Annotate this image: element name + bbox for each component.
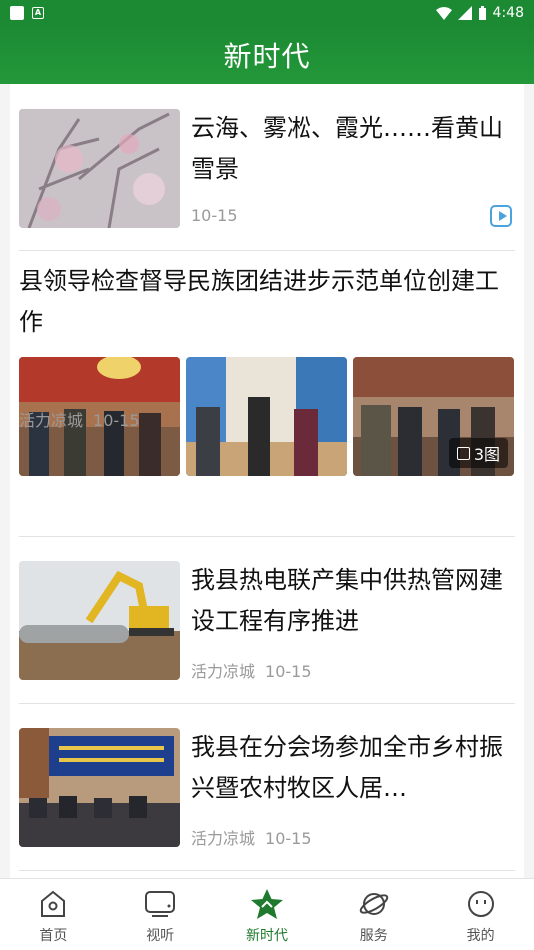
article-date: 10-15 [265, 829, 312, 848]
tab-label: 首页 [39, 928, 68, 944]
signal-icon [457, 6, 472, 20]
home-icon [36, 887, 70, 921]
image-count-badge: 3图 [448, 438, 508, 468]
smiley-icon [464, 887, 498, 921]
page-title: 新时代 [223, 40, 311, 73]
tab-services[interactable]: 服务 [320, 879, 427, 950]
article-thumbnail [19, 728, 180, 847]
article-source: 活力凉城 [191, 829, 256, 848]
article-meta: 活力凉城 10-15 [19, 407, 150, 431]
tab-new-era[interactable]: 新时代 [214, 879, 321, 950]
article-date: 10-15 [265, 662, 312, 681]
article-source: 活力凉城 [191, 662, 256, 681]
tab-label: 我的 [466, 928, 495, 944]
tab-profile[interactable]: 我的 [427, 879, 534, 950]
video-play-icon[interactable] [490, 205, 512, 227]
tv-icon [143, 887, 177, 921]
article-thumbnail [19, 109, 180, 228]
tab-label: 服务 [359, 928, 388, 944]
article-title: 我县在分会场参加全市乡村振兴暨农村牧区人居… [191, 733, 503, 802]
app-notification-icon: A [32, 7, 44, 19]
article-item[interactable]: 云海、雾凇、霞光……看黄山雪景 10-15 [0, 84, 534, 250]
notification-icon [10, 6, 24, 20]
tab-label: 新时代 [245, 928, 288, 944]
star-icon [250, 887, 284, 921]
article-item[interactable]: 我县在分会场参加全市乡村振兴暨农村牧区人居… 活力凉城 10-15 [0, 704, 534, 870]
article-source: 活力凉城 [19, 411, 84, 430]
divider [19, 870, 515, 871]
planet-icon [357, 887, 391, 921]
article-meta: 10-15 [191, 206, 248, 225]
status-bar: A 4:48 [0, 0, 534, 26]
article-date: 10-15 [93, 411, 140, 430]
article-title: 我县热电联产集中供热管网建设工程有序推进 [191, 566, 503, 635]
article-item[interactable]: 我县热电联产集中供热管网建设工程有序推进 活力凉城 10-15 [0, 537, 534, 703]
article-image: 3图 [353, 357, 514, 476]
image-count: 3图 [473, 445, 500, 464]
news-feed[interactable]: 云海、雾凇、霞光……看黄山雪景 10-15 县领导检查督导民族团结进步示范单位创… [0, 84, 534, 878]
article-item[interactable]: 县领导检查督导民族团结进步示范单位创建工作 3图 活力凉城 10-15 [0, 251, 534, 536]
battery-icon [478, 5, 486, 20]
wifi-icon [435, 7, 452, 20]
article-title: 云海、雾凇、霞光……看黄山雪景 [191, 114, 503, 183]
article-meta: 活力凉城 10-15 [191, 825, 322, 849]
article-meta: 活力凉城 10-15 [191, 658, 322, 682]
article-date: 10-15 [191, 206, 238, 225]
tab-home[interactable]: 首页 [0, 879, 107, 950]
tab-media[interactable]: 视听 [107, 879, 214, 950]
gallery-icon [456, 446, 470, 460]
article-thumbnail [19, 561, 180, 680]
app-header: 新时代 [0, 26, 534, 84]
bottom-tab-bar: 首页 视听 新时代 服务 我的 [0, 878, 534, 950]
status-time: 4:48 [492, 5, 524, 21]
article-title: 县领导检查督导民族团结进步示范单位创建工作 [19, 267, 499, 336]
article-image [186, 357, 347, 476]
tab-label: 视听 [146, 928, 175, 944]
